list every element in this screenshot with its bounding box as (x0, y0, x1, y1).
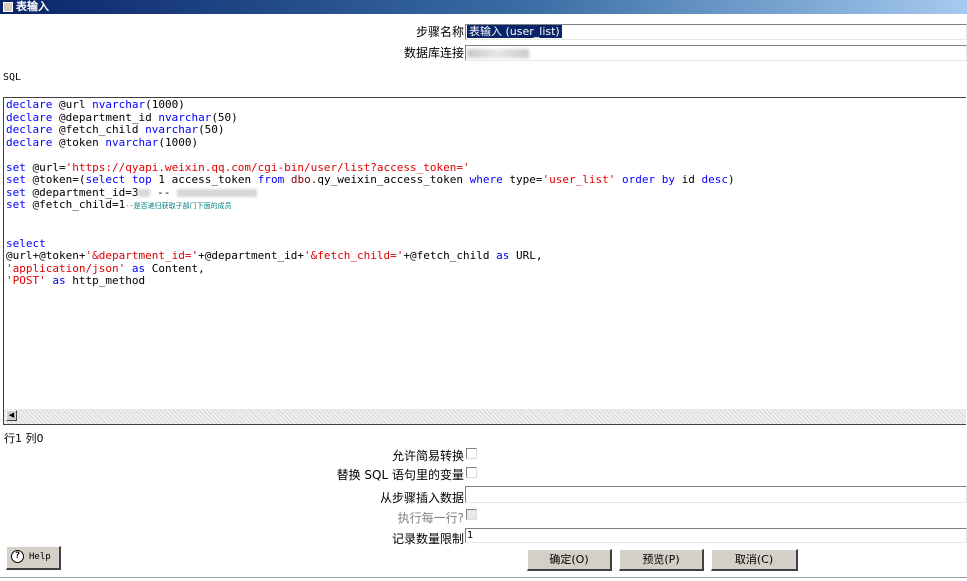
cancel-button[interactable]: 取消(C) (711, 549, 798, 571)
sql-line-9: set @fetch_child=1--是否递归获取子部门下面的成员 (6, 198, 232, 211)
sql-line-15: 'POST' as http_method (6, 274, 146, 287)
sql-line-14: 'application/json' as Content, (6, 261, 205, 275)
execute-each-row-checkbox (466, 509, 477, 520)
record-limit-label: 记录数量限制 (391, 532, 464, 546)
redacted-id (138, 188, 151, 197)
connection-label: 数据库连接 (403, 46, 464, 60)
sql-line-12: select (6, 236, 46, 250)
step-name-input[interactable]: 表输入 (user_list) (465, 24, 967, 40)
sql-line-13: @url+@token+'&department_id='+@departmen… (6, 249, 543, 262)
connection-select[interactable] (465, 45, 967, 61)
window-titlebar: 表输入 (0, 0, 967, 14)
question-mark-icon: ? (11, 550, 24, 563)
sql-line-1: declare @url nvarchar(1000) (6, 98, 185, 111)
sql-line-6: set @url='https://qyapi.weixin.qq.com/cg… (6, 160, 470, 174)
connection-value-redacted (467, 49, 529, 58)
scroll-left-arrow-icon[interactable]: ◀ (6, 410, 17, 421)
insert-from-step-label: 从步骤插入数据 (379, 491, 464, 505)
lazy-conversion-label: 允许简易转换 (391, 449, 464, 463)
sql-line-7: set @token=(select top 1 access_token fr… (6, 173, 735, 186)
sql-line-3: declare @fetch_child nvarchar(50) (6, 123, 225, 136)
execute-each-row-label: 执行每一行? (397, 511, 464, 525)
sql-label: SQL (3, 72, 22, 83)
window-title: 表输入 (16, 0, 49, 13)
help-button[interactable]: ? Help (6, 546, 61, 570)
horizontal-scrollbar[interactable]: ◀ (4, 409, 966, 424)
insert-from-step-select[interactable] (465, 486, 967, 503)
sql-line-2: declare @department_id nvarchar(50) (6, 110, 238, 124)
redacted-comment (176, 188, 257, 197)
bottom-border (0, 577, 967, 578)
sql-code[interactable]: declare @url nvarchar(1000) declare @dep… (6, 98, 735, 288)
cursor-position-status: 行1 列0 (4, 432, 44, 445)
lazy-conversion-checkbox[interactable] (466, 448, 477, 459)
sql-line-4: declare @token nvarchar(1000) (6, 135, 199, 149)
sql-line-8: set @department_id=3 -- (6, 186, 257, 199)
window-icon (3, 2, 13, 12)
step-name-value: 表输入 (user_list) (467, 25, 562, 38)
help-button-label: Help (29, 552, 51, 562)
sql-editor[interactable]: declare @url nvarchar(1000) declare @dep… (3, 97, 966, 425)
replace-variables-label: 替换 SQL 语句里的变量 (336, 468, 464, 482)
step-name-label: 步骤名称 (415, 25, 464, 39)
ok-button[interactable]: 确定(O) (527, 549, 612, 571)
record-limit-value: 1 (467, 530, 474, 541)
record-limit-input[interactable]: 1 (465, 528, 967, 543)
replace-variables-checkbox[interactable] (466, 467, 477, 478)
preview-button[interactable]: 预览(P) (619, 549, 704, 571)
